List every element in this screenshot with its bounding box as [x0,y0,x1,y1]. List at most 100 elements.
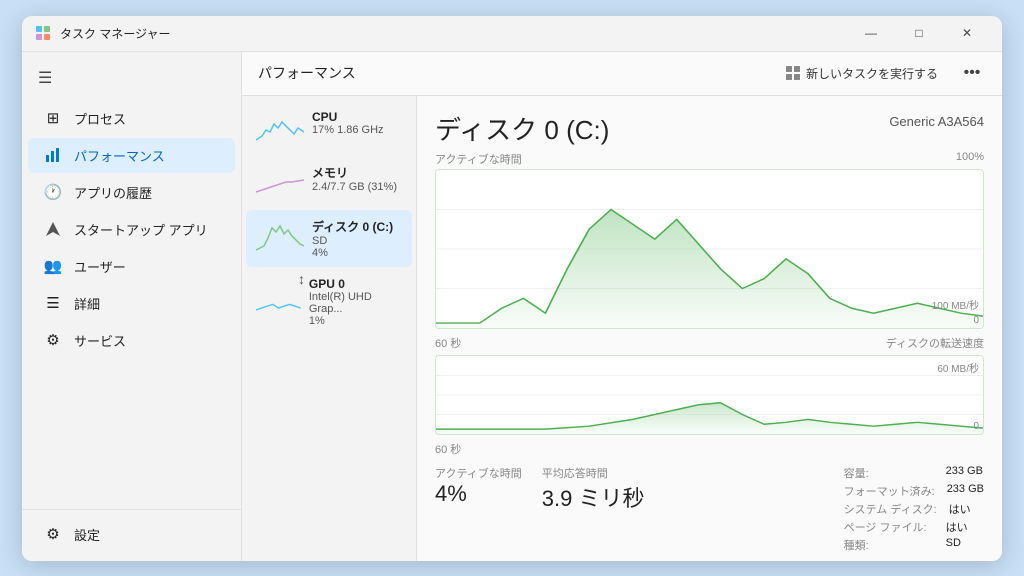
perf-item-disk0[interactable]: ディスク 0 (C:) SD 4% [246,210,412,267]
detail-model: Generic A3A564 [889,114,984,129]
stat-system-disk: システム ディスク: はい [844,501,984,517]
cpu-name: CPU [312,110,384,124]
sidebar-item-app-history[interactable]: 🕐 アプリの履歴 [28,175,235,210]
formatted-value: 233 GB [947,483,984,499]
chart-label-active-time: アクティブな時間 100% [435,151,984,167]
more-button[interactable]: ••• [958,59,986,87]
sidebar-item-label: スタートアップ アプリ [74,220,208,239]
active-time-label: アクティブな時間 [435,465,522,481]
disk-transfer-chart: 0 100 MB/秒 [435,169,984,329]
sidebar-item-label: アプリの履歴 [74,183,152,202]
system-disk-value: はい [949,501,971,517]
sidebar-item-label: サービス [74,331,126,350]
stat-type: 種類: SD [844,537,984,553]
type-value: SD [946,537,961,553]
capacity-label: 容量: [844,465,934,481]
sidebar-item-label: パフォーマンス [74,146,165,165]
chart-zero2-label: 0 [973,421,979,432]
chart-labels-bottom2: 60 秒 [435,441,984,457]
stat-read-speed: 読み取り速度 229 KB/秒 [435,559,515,561]
cpu-sub: 17% 1.86 GHz [312,124,384,136]
gpu0-name: GPU 0 [309,277,402,291]
page-file-value: はい [946,519,968,535]
perf-item-cpu[interactable]: CPU 17% 1.86 GHz [246,102,412,154]
memory-info: メモリ 2.4/7.7 GB (31%) [312,164,397,193]
disk-chart-small-svg [436,356,983,434]
detail-top: ディスク 0 (C:) Generic A3A564 [435,110,984,147]
active-time-value: 4% [435,481,522,507]
memory-name: メモリ [312,164,397,181]
perf-item-gpu0[interactable]: GPU 0 Intel(R) UHD Grap... 1% ↕ [246,269,412,335]
sidebar-item-services[interactable]: ⚙ サービス [28,323,235,358]
chart-zero-label: 0 [973,315,979,326]
chart-sixty-mb-label: 60 MB/秒 [937,360,979,375]
perf-list: CPU 17% 1.86 GHz メモリ [242,96,417,561]
stat-capacity: 容量: 233 GB [844,465,984,481]
active-time-chart-label: アクティブな時間 [435,151,522,167]
disk-chart-svg [436,170,983,328]
minimize-button[interactable]: — [848,16,894,52]
gpu0-mini-chart [256,277,301,313]
sidebar-item-label: 詳細 [74,294,100,313]
response-time-value: 3.9 ミリ秒 [542,481,645,513]
chart-labels-bottom: 60 秒 ディスクの転送速度 [435,335,984,351]
panel-actions: 新しいタスクを実行する ••• [778,59,986,87]
capacity-value: 233 GB [946,465,983,481]
perf-item-memory[interactable]: メモリ 2.4/7.7 GB (31%) [246,156,412,208]
new-task-label: 新しいタスクを実行する [806,65,938,82]
sidebar-item-settings[interactable]: ⚙ 設定 [28,517,235,552]
sidebar-item-performance[interactable]: パフォーマンス [28,138,235,173]
gpu0-item-header: GPU 0 Intel(R) UHD Grap... 1% [256,277,402,327]
users-icon: 👥 [44,257,62,275]
app-history-icon: 🕐 [44,183,62,201]
sidebar-item-label: ユーザー [74,257,126,276]
page-file-label: ページ ファイル: [844,519,934,535]
stat-page-file: ページ ファイル: はい [844,519,984,535]
memory-sub: 2.4/7.7 GB (31%) [312,181,397,193]
close-button[interactable]: ✕ [944,16,990,52]
details-icon: ☰ [44,294,62,312]
window-title: タスク マネージャー [60,25,848,42]
chart-mb-label: 100 MB/秒 [932,297,979,312]
services-icon: ⚙ [44,331,62,349]
new-task-icon [786,66,800,80]
maximize-button[interactable]: □ [896,16,942,52]
processes-icon: ⊞ [44,109,62,127]
perf-detail: ディスク 0 (C:) Generic A3A564 アクティブな時間 100% [417,96,1002,561]
stat-formatted: フォーマット済み: 233 GB [844,483,984,499]
hamburger-menu[interactable]: ☰ [22,60,241,96]
sixty-sec-label: 60 秒 [435,335,461,351]
sidebar-item-startup[interactable]: スタートアップ アプリ [28,212,235,247]
memory-mini-chart [256,164,304,200]
titlebar: タスク マネージャー — □ ✕ [22,16,1002,52]
disk0-mini-chart [256,218,304,254]
speed-stats-row: 読み取り速度 229 KB/秒 書き込み速度 2.9 MB/秒 [435,559,984,561]
stat-write-speed: 書き込み速度 2.9 MB/秒 [535,559,615,561]
stat-response-time: 平均応答時間 3.9 ミリ秒 [542,465,645,553]
main-window: タスク マネージャー — □ ✕ ☰ ⊞ プロセス [22,16,1002,561]
sidebar-item-details[interactable]: ☰ 詳細 [28,286,235,321]
transfer-speed-label: ディスクの転送速度 [886,335,984,351]
sidebar-item-label: 設定 [74,525,100,544]
disk0-sub1: SD [312,235,393,247]
right-panel: パフォーマンス 新しいタスクを実行する ••• [242,52,1002,561]
hundred-percent-label: 100% [956,151,984,167]
system-disk-label: システム ディスク: [844,501,937,517]
cpu-mini-chart [256,110,304,146]
detail-title-group: ディスク 0 (C:) [435,110,609,147]
sidebar-bottom: ⚙ 設定 [22,509,241,553]
gpu0-info: GPU 0 Intel(R) UHD Grap... 1% [309,277,402,327]
gpu0-sub1: Intel(R) UHD Grap... [309,291,402,315]
new-task-button[interactable]: 新しいタスクを実行する [778,61,946,86]
type-label: 種類: [844,537,934,553]
right-stats: 容量: 233 GB フォーマット済み: 233 GB システム ディスク: は… [844,465,984,553]
sidebar-item-users[interactable]: 👥 ユーザー [28,249,235,284]
sidebar-item-processes[interactable]: ⊞ プロセス [28,101,235,136]
read-speed-label: 読み取り速度 [435,559,515,561]
disk0-name: ディスク 0 (C:) [312,218,393,235]
settings-icon: ⚙ [44,525,62,543]
write-speed-label: 書き込み速度 [535,559,615,561]
response-time-label: 平均応答時間 [542,465,645,481]
sixty-sec2-label: 60 秒 [435,441,461,457]
cpu-info: CPU 17% 1.86 GHz [312,110,384,136]
